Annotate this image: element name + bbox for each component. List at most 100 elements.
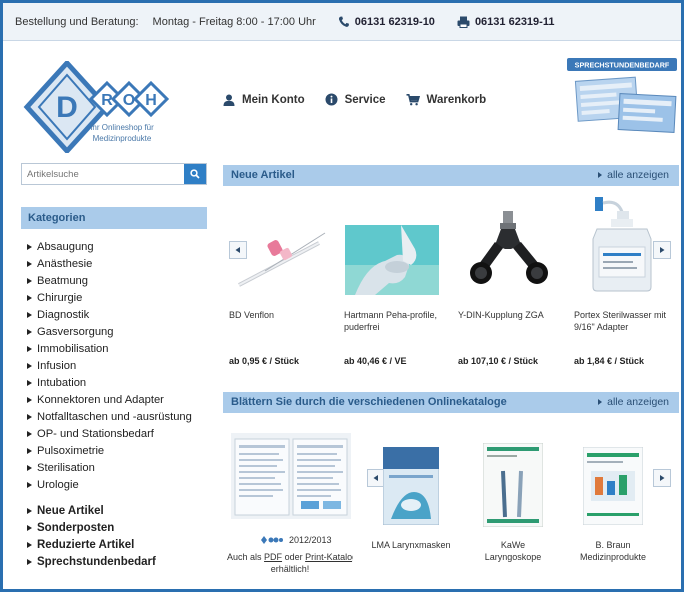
catalog-image-bbraun[interactable] [583,447,643,525]
category-item[interactable]: Immobilisation [27,340,192,357]
phone-number[interactable]: 06131 62319-10 [338,16,435,28]
tagline-line-1: Ihr Onlineshop für [90,123,154,132]
print-catalog-link[interactable]: Print-Katalog [305,552,353,562]
opening-hours: Montag - Freitag 8:00 - 17:00 Uhr [152,15,316,28]
category-item[interactable]: Diagnostik [27,306,192,323]
triangle-bullet-icon [27,294,32,301]
info-icon [325,93,338,106]
categories-heading: Kategorien [21,207,207,229]
chevron-right-icon [660,475,665,481]
top-info-bar: Bestellung und Beratung: Montag - Freita… [3,3,681,41]
triangle-bullet-icon [27,464,32,471]
category-label: Urologie [37,478,79,491]
catalog-name-bbraun[interactable]: B. Braun Medizinprodukte [563,539,663,563]
catalog-name-line: Medizinprodukte [579,552,647,562]
category-item[interactable]: Notfalltaschen und -ausrüstung [27,408,192,425]
catalogs-show-all[interactable]: alle anzeigen [598,396,669,408]
product-name[interactable]: Portex Sterilwasser mit 9/16" Adapter [574,309,674,333]
catalog-name-line: B. Braun [595,540,631,550]
user-icon [223,94,235,106]
special-item[interactable]: Neue Artikel [27,502,156,519]
category-label: OP- und Stationsbedarf [37,427,154,440]
category-item[interactable]: Gasversorgung [27,323,192,340]
category-item[interactable]: Sterilisation [27,459,192,476]
triangle-bullet-icon [27,379,32,386]
product-name[interactable]: Hartmann Peha-profile, puderfrei [344,309,452,333]
product-price: ab 107,10 € / Stück [458,356,539,366]
service-label: Service [344,93,386,106]
triangle-bullet-icon [27,541,32,548]
note-or: oder [284,552,303,562]
cart-label: Warenkorb [426,93,487,106]
category-label: Sterilisation [37,461,95,474]
category-item[interactable]: Beatmung [27,272,192,289]
new-articles-show-all[interactable]: alle anzeigen [598,169,669,181]
special-item[interactable]: Sprechstundenbedarf [27,553,156,570]
note-suffix: erhältlich! [270,564,310,574]
category-item[interactable]: Urologie [27,476,192,493]
special-label: Reduzierte Artikel [37,538,135,551]
cart-link[interactable]: Warenkorb [406,93,487,106]
triangle-bullet-icon [27,396,32,403]
special-item[interactable]: Sonderposten [27,519,156,536]
header-nav: Mein Konto Service Warenkorb [223,93,506,106]
catalog-name-lma[interactable]: LMA Larynxmasken [363,539,459,551]
triangle-bullet-icon [27,243,32,250]
search-button[interactable] [184,164,206,184]
catalog-image-lma[interactable] [383,447,439,525]
triangle-bullet-icon [27,524,32,531]
catalog-name-kawe[interactable]: KaWe Laryngoskope [463,539,563,563]
category-item[interactable]: Chirurgie [27,289,192,306]
triangle-bullet-icon [27,362,32,369]
triangle-bullet-icon [27,481,32,488]
main-catalog-image[interactable] [231,433,351,519]
fax-icon [457,16,470,28]
product-image-y-din-kupplung[interactable] [465,211,553,291]
chevron-left-icon [373,475,378,481]
pdf-link[interactable]: PDF [264,552,282,562]
catalogs-next-button[interactable] [653,469,671,487]
cart-icon [406,93,420,105]
category-label: Pulsoximetrie [37,444,105,457]
category-item[interactable]: Intubation [27,374,192,391]
product-image-sterilwasser[interactable] [589,195,653,293]
promo-label: SPRECHSTUNDENBEDARF [575,61,670,70]
svg-text:H: H [145,92,157,109]
fax-number[interactable]: 06131 62319-11 [457,15,555,28]
svg-text:R: R [101,92,113,109]
product-image-peha-profile[interactable] [345,225,439,295]
fax-text: 06131 62319-11 [474,15,555,28]
special-label: Sonderposten [37,521,115,534]
products-next-button[interactable] [653,241,671,259]
category-item[interactable]: Anästhesie [27,255,192,272]
triangle-bullet-icon [27,447,32,454]
article-search [21,163,207,185]
my-account-label: Mein Konto [242,93,305,106]
product-image-venflon[interactable] [235,223,327,291]
product-name[interactable]: Y-DIN-Kupplung ZGA [458,309,566,321]
product-price: ab 40,46 € / VE [344,356,407,366]
main-catalog-year[interactable]: 2012/2013 [261,535,332,545]
catalogs-show-all-label: alle anzeigen [607,396,669,408]
category-item[interactable]: Absaugung [27,238,192,255]
category-item[interactable]: OP- und Stationsbedarf [27,425,192,442]
service-link[interactable]: Service [325,93,386,106]
category-label: Anästhesie [37,257,93,270]
product-name[interactable]: BD Venflon [229,309,337,321]
search-input[interactable] [22,164,182,184]
search-icon [190,169,200,179]
catalogs-heading: Blättern Sie durch die verschiedenen Onl… [231,396,507,408]
chevron-right-icon [660,247,665,253]
special-label: Sprechstundenbedarf [37,555,156,568]
triangle-bullet-icon [27,277,32,284]
category-item[interactable]: Konnektoren und Adapter [27,391,192,408]
triangle-bullet-icon [27,260,32,267]
my-account-link[interactable]: Mein Konto [223,94,305,106]
category-item[interactable]: Infusion [27,357,192,374]
sprechstundenbedarf-promo[interactable]: SPRECHSTUNDENBEDARF [565,55,679,137]
catalog-image-kawe[interactable] [483,443,543,527]
new-articles-heading: Neue Artikel [231,169,295,181]
triangle-bullet-icon [27,558,32,565]
category-item[interactable]: Pulsoximetrie [27,442,192,459]
special-item[interactable]: Reduzierte Artikel [27,536,156,553]
